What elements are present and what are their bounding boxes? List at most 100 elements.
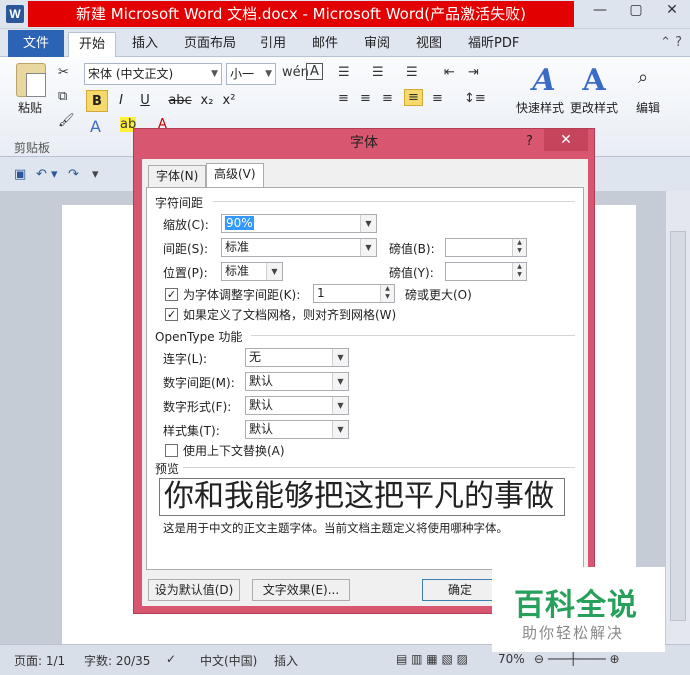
- page-count[interactable]: 页面: 1/1: [14, 652, 65, 669]
- preview-note: 这是用于中文的正文主题字体。当前文档主题定义将使用哪种字体。: [163, 521, 508, 535]
- tab-foxit-pdf[interactable]: 福昕PDF: [458, 32, 529, 57]
- tab-view[interactable]: 视图: [406, 32, 452, 57]
- ribbon-tabs: 文件 开始 插入 页面布局 引用 邮件 审阅 视图 福昕PDF ⌃ ?: [0, 29, 690, 58]
- numbering-icon[interactable]: ☰: [372, 65, 384, 80]
- word-count[interactable]: 字数: 20/35: [84, 652, 150, 669]
- set-default-button[interactable]: 设为默认值(D): [148, 579, 240, 601]
- stylistic-sets-select[interactable]: 默认 ▼: [245, 420, 349, 439]
- ribbon-help-icon[interactable]: ⌃ ?: [660, 35, 682, 50]
- spacing-value: 标准: [225, 240, 250, 254]
- section-divider: [183, 467, 575, 468]
- proofing-icon[interactable]: ✓: [166, 652, 176, 666]
- italic-button[interactable]: I: [110, 90, 132, 112]
- number-forms-select[interactable]: 默认 ▼: [245, 396, 349, 415]
- strikethrough-button[interactable]: abc: [166, 90, 194, 112]
- undo-icon[interactable]: ↶ ▾: [36, 167, 58, 182]
- spinner-arrows-icon[interactable]: ▲ ▼: [512, 239, 526, 256]
- tab-page-layout[interactable]: 页面布局: [174, 32, 246, 57]
- number-spacing-select[interactable]: 默认 ▼: [245, 372, 349, 391]
- decrease-indent-icon[interactable]: ⇤: [444, 65, 455, 80]
- copy-icon[interactable]: ⧉: [58, 89, 67, 104]
- ok-button[interactable]: 确定: [422, 579, 498, 601]
- zoom-slider[interactable]: ⊖ ───┼──── ⊕: [534, 652, 620, 666]
- window-controls: — ▢ ✕: [582, 0, 690, 22]
- spacing-select[interactable]: 标准 ▼: [221, 238, 377, 257]
- tab-mailings[interactable]: 邮件: [302, 32, 348, 57]
- word-app-icon[interactable]: W: [6, 5, 24, 23]
- chevron-down-icon: ▼: [332, 373, 348, 390]
- scale-select[interactable]: 90% ▼: [221, 214, 377, 233]
- align-center-icon[interactable]: ≡: [360, 91, 371, 106]
- find-icon[interactable]: ⌕: [638, 67, 648, 88]
- snap-to-grid-label: 如果定义了文档网格，则对齐到网格(W): [183, 308, 397, 322]
- quick-styles-icon[interactable]: A: [524, 61, 564, 101]
- position-select[interactable]: 标准 ▼: [221, 262, 283, 281]
- redo-icon[interactable]: ↷: [68, 167, 79, 182]
- view-buttons[interactable]: ▤ ▥ ▦ ▧ ▨: [396, 652, 468, 666]
- tab-file[interactable]: 文件: [8, 30, 64, 57]
- preview-box: 你和我能够把这把平凡的事做: [159, 478, 565, 516]
- customize-qat-icon[interactable]: ▾: [92, 167, 99, 182]
- vertical-scrollbar[interactable]: [665, 191, 690, 644]
- spinner-arrows-icon[interactable]: ▲ ▼: [512, 263, 526, 280]
- text-effects-button[interactable]: 文字效果(E)...: [252, 579, 350, 601]
- insert-mode[interactable]: 插入: [274, 652, 298, 669]
- paste-icon[interactable]: [16, 63, 46, 97]
- watermark-subtitle: 助你轻松解决: [522, 624, 625, 642]
- number-forms-label: 数字形式(F):: [163, 400, 232, 414]
- editing-label[interactable]: 编辑: [636, 99, 660, 116]
- ligatures-select[interactable]: 无 ▼: [245, 348, 349, 367]
- align-right-icon[interactable]: ≡: [382, 91, 393, 106]
- kerning-spinner[interactable]: 1 ▲ ▼: [313, 284, 395, 303]
- save-icon[interactable]: ▣: [14, 167, 26, 182]
- font-size-select[interactable]: 小一 ▼: [226, 63, 276, 85]
- font-name-select[interactable]: 宋体 (中文正文) ▼: [84, 63, 222, 85]
- change-styles-label[interactable]: 更改样式: [570, 99, 618, 116]
- quick-styles-label[interactable]: 快速样式: [516, 99, 564, 116]
- maximize-button[interactable]: ▢: [618, 0, 654, 22]
- close-button[interactable]: ✕: [654, 0, 690, 22]
- snap-to-grid-checkbox[interactable]: ✓: [165, 308, 178, 321]
- contextual-alternates-checkbox[interactable]: [165, 444, 178, 457]
- text-effects-icon[interactable]: A: [90, 117, 101, 136]
- bullets-icon[interactable]: ☰: [338, 65, 350, 80]
- stylistic-sets-label: 样式集(T):: [163, 424, 220, 438]
- spacing-by-spinner[interactable]: ▲ ▼: [445, 238, 527, 257]
- cut-icon[interactable]: ✂: [58, 65, 69, 80]
- language-indicator[interactable]: 中文(中国): [200, 652, 257, 669]
- tab-insert[interactable]: 插入: [122, 32, 168, 57]
- scroll-thumb[interactable]: [670, 231, 686, 621]
- watermark-logo: 百科全说 助你轻松解决: [492, 567, 665, 652]
- change-styles-icon[interactable]: A: [574, 61, 614, 101]
- zoom-level[interactable]: 70%: [498, 652, 525, 666]
- multilevel-list-icon[interactable]: ☰: [406, 65, 418, 80]
- underline-button[interactable]: U: [134, 90, 156, 112]
- line-spacing-icon[interactable]: ↕≡: [464, 91, 486, 106]
- dialog-close-button[interactable]: ✕: [544, 129, 588, 151]
- minimize-button[interactable]: —: [582, 0, 618, 22]
- number-spacing-label: 数字间距(M):: [163, 376, 235, 390]
- font-name-value: 宋体 (中文正文): [88, 67, 174, 81]
- spinner-arrows-icon[interactable]: ▲ ▼: [380, 285, 394, 302]
- align-left-icon[interactable]: ≡: [338, 91, 349, 106]
- opentype-section-title: OpenType 功能: [155, 330, 243, 344]
- tab-references[interactable]: 引用: [250, 32, 296, 57]
- tab-font[interactable]: 字体(N): [148, 165, 207, 187]
- subscript-button[interactable]: x₂: [196, 90, 218, 112]
- justify-icon[interactable]: ≡: [404, 89, 423, 106]
- format-painter-icon[interactable]: 🖌: [58, 113, 75, 128]
- chevron-down-icon: ▼: [332, 421, 348, 438]
- increase-indent-icon[interactable]: ⇥: [468, 65, 479, 80]
- paste-button-label[interactable]: 粘贴: [18, 99, 42, 116]
- char-border-icon[interactable]: A: [306, 63, 323, 80]
- tab-review[interactable]: 审阅: [354, 32, 400, 57]
- distributed-icon[interactable]: ≡: [432, 91, 443, 106]
- tab-home[interactable]: 开始: [68, 32, 117, 58]
- bold-button[interactable]: B: [86, 90, 108, 112]
- superscript-button[interactable]: x²: [218, 90, 240, 112]
- phonetic-guide-icon[interactable]: wén: [282, 65, 309, 80]
- help-icon[interactable]: ?: [526, 134, 533, 149]
- kerning-checkbox[interactable]: ✓: [165, 288, 178, 301]
- tab-advanced[interactable]: 高级(V): [206, 163, 264, 188]
- position-by-spinner[interactable]: ▲ ▼: [445, 262, 527, 281]
